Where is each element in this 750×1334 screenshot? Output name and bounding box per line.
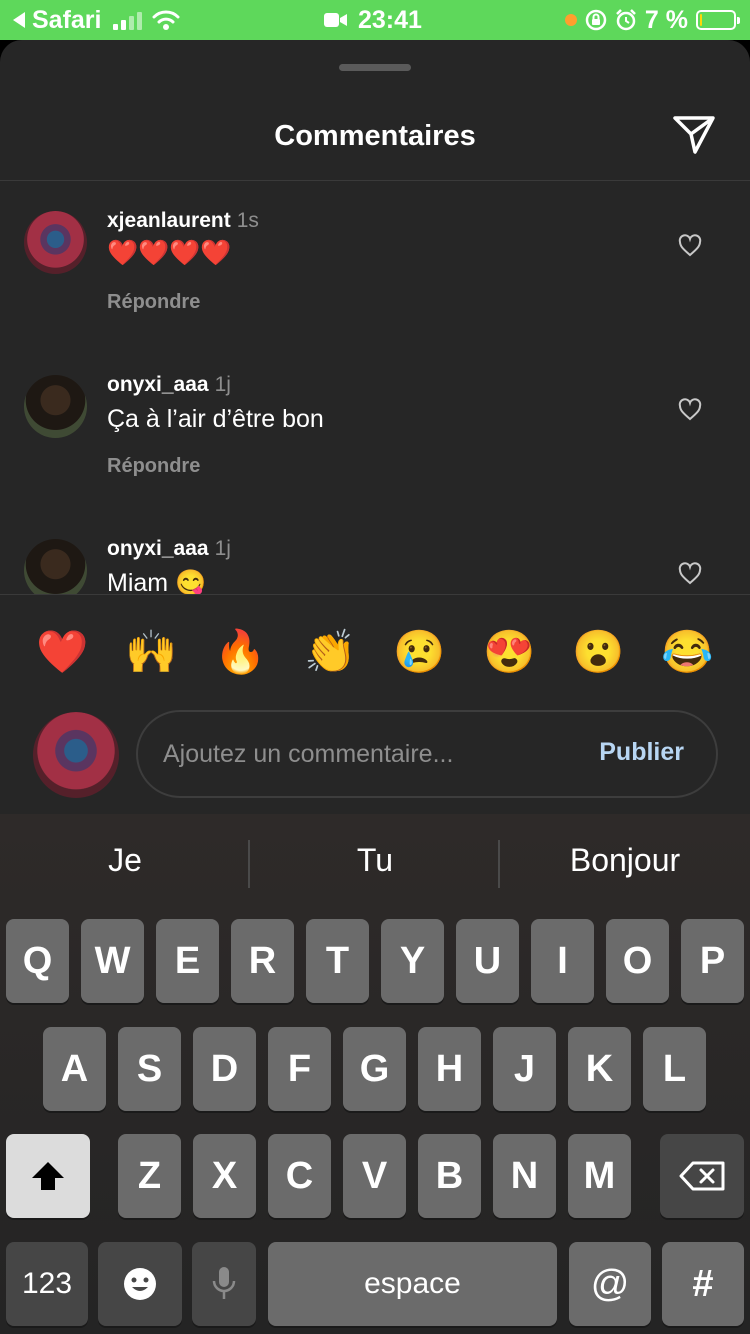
- battery-icon: [696, 10, 740, 30]
- comment-time: 1j: [214, 537, 231, 560]
- comment-time: 1s: [236, 209, 259, 232]
- status-bar: Safari 23:41 7 %: [0, 0, 750, 40]
- key-e[interactable]: E: [156, 919, 219, 1003]
- key-i[interactable]: I: [531, 919, 594, 1003]
- backspace-icon: [679, 1161, 725, 1191]
- username[interactable]: onyxi_aaa: [107, 537, 209, 560]
- back-app-label: Safari: [32, 5, 102, 34]
- publish-button[interactable]: Publier: [599, 738, 684, 767]
- cellular-signal-icon: [113, 10, 143, 30]
- key-c[interactable]: C: [268, 1134, 331, 1218]
- avatar[interactable]: [24, 539, 87, 594]
- video-camera-icon: [324, 13, 347, 27]
- emoji-face-icon: [124, 1268, 156, 1300]
- key-h[interactable]: H: [418, 1027, 481, 1111]
- back-to-app[interactable]: Safari: [12, 6, 180, 34]
- reaction-surprised[interactable]: 😮: [572, 626, 624, 678]
- reaction-heart[interactable]: ❤️: [36, 626, 88, 678]
- sheet-title: Commentaires: [274, 120, 476, 152]
- orientation-lock-icon: [585, 9, 607, 31]
- comments-list[interactable]: xjeanlaurent 1s ❤️❤️❤️❤️ Répondre onyxi_a…: [0, 181, 750, 594]
- key-y[interactable]: Y: [381, 919, 444, 1003]
- reaction-raised-hands[interactable]: 🙌: [125, 626, 177, 678]
- reaction-fire[interactable]: 🔥: [214, 626, 266, 678]
- numbers-key[interactable]: 123: [6, 1242, 88, 1326]
- key-a[interactable]: A: [43, 1027, 106, 1111]
- dictation-key[interactable]: [192, 1242, 256, 1326]
- comment-input[interactable]: [163, 730, 563, 778]
- key-b[interactable]: B: [418, 1134, 481, 1218]
- clock-label: 23:41: [358, 5, 422, 34]
- username[interactable]: onyxi_aaa: [107, 373, 209, 396]
- comment-item: onyxi_aaa 1j Miam 😋: [0, 509, 750, 594]
- key-r[interactable]: R: [231, 919, 294, 1003]
- comment-text: ❤️❤️❤️❤️: [107, 239, 232, 267]
- suggestion[interactable]: Bonjour: [500, 842, 750, 879]
- key-z[interactable]: Z: [118, 1134, 181, 1218]
- key-f[interactable]: F: [268, 1027, 331, 1111]
- comment-item: xjeanlaurent 1s ❤️❤️❤️❤️ Répondre: [0, 181, 750, 341]
- shift-key[interactable]: [6, 1134, 90, 1218]
- key-n[interactable]: N: [493, 1134, 556, 1218]
- key-s[interactable]: S: [118, 1027, 181, 1111]
- avatar[interactable]: [24, 375, 87, 438]
- comment-header: xjeanlaurent 1s: [107, 209, 259, 233]
- wifi-icon: [152, 10, 180, 30]
- comment-text: Ça à l’air d’être bon: [107, 405, 324, 433]
- reply-button[interactable]: Répondre: [107, 291, 200, 314]
- reaction-crying[interactable]: 😢: [393, 626, 445, 678]
- reaction-clap[interactable]: 👏: [304, 626, 356, 678]
- reply-button[interactable]: Répondre: [107, 455, 200, 478]
- comment-header: onyxi_aaa 1j: [107, 537, 231, 561]
- hash-key[interactable]: #: [662, 1242, 744, 1326]
- key-j[interactable]: J: [493, 1027, 556, 1111]
- reaction-laughing[interactable]: 😂: [661, 626, 713, 678]
- suggestion-bar: Je Tu Bonjour: [0, 814, 750, 914]
- key-x[interactable]: X: [193, 1134, 256, 1218]
- key-o[interactable]: O: [606, 919, 669, 1003]
- keyboard: Je Tu Bonjour QWERTYUIOP ASDFGHJKL ZXCVBNM…: [0, 814, 750, 1334]
- battery-percent: 7 %: [644, 5, 688, 34]
- shift-arrow-icon: [32, 1162, 64, 1190]
- key-v[interactable]: V: [343, 1134, 406, 1218]
- reaction-heart-eyes[interactable]: 😍: [483, 626, 535, 678]
- key-t[interactable]: T: [306, 919, 369, 1003]
- emoji-key[interactable]: [98, 1242, 182, 1326]
- status-right: 7 %: [564, 5, 740, 34]
- heart-outline-icon[interactable]: [678, 234, 702, 258]
- space-key[interactable]: espace: [268, 1242, 557, 1326]
- alarm-icon: [616, 9, 636, 31]
- comment-time: 1j: [214, 373, 231, 396]
- microphone-icon: [212, 1267, 236, 1299]
- comment-composer: Publier: [136, 710, 718, 798]
- heart-outline-icon[interactable]: [678, 562, 702, 586]
- suggestion[interactable]: Tu: [250, 842, 500, 879]
- comment-item: onyxi_aaa 1j Ça à l’air d’être bon Répond…: [0, 345, 750, 505]
- key-w[interactable]: W: [81, 919, 144, 1003]
- key-m[interactable]: M: [568, 1134, 631, 1218]
- status-time: 23:41: [324, 6, 422, 34]
- quick-reactions-bar: ❤️ 🙌 🔥 👏 😢 😍 😮 😂: [0, 594, 750, 708]
- avatar[interactable]: [24, 211, 87, 274]
- suggestion[interactable]: Je: [0, 842, 250, 879]
- heart-outline-icon[interactable]: [678, 398, 702, 422]
- key-p[interactable]: P: [681, 919, 744, 1003]
- username[interactable]: xjeanlaurent: [107, 209, 231, 232]
- mic-in-use-indicator: [564, 14, 577, 26]
- key-k[interactable]: K: [568, 1027, 631, 1111]
- key-d[interactable]: D: [193, 1027, 256, 1111]
- paper-plane-icon[interactable]: [671, 112, 717, 158]
- at-key[interactable]: @: [569, 1242, 651, 1326]
- sheet-grabber[interactable]: [339, 64, 411, 71]
- key-g[interactable]: G: [343, 1027, 406, 1111]
- delete-key[interactable]: [660, 1134, 744, 1218]
- key-u[interactable]: U: [456, 919, 519, 1003]
- comment-header: onyxi_aaa 1j: [107, 373, 231, 397]
- key-q[interactable]: Q: [6, 919, 69, 1003]
- back-triangle-icon: [13, 12, 25, 28]
- comments-sheet: Commentaires xjeanlaurent 1s ❤️❤️❤️❤️ Rép…: [0, 40, 750, 814]
- key-l[interactable]: L: [643, 1027, 706, 1111]
- comment-text: Miam 😋: [107, 569, 207, 594]
- current-user-avatar: [33, 712, 119, 798]
